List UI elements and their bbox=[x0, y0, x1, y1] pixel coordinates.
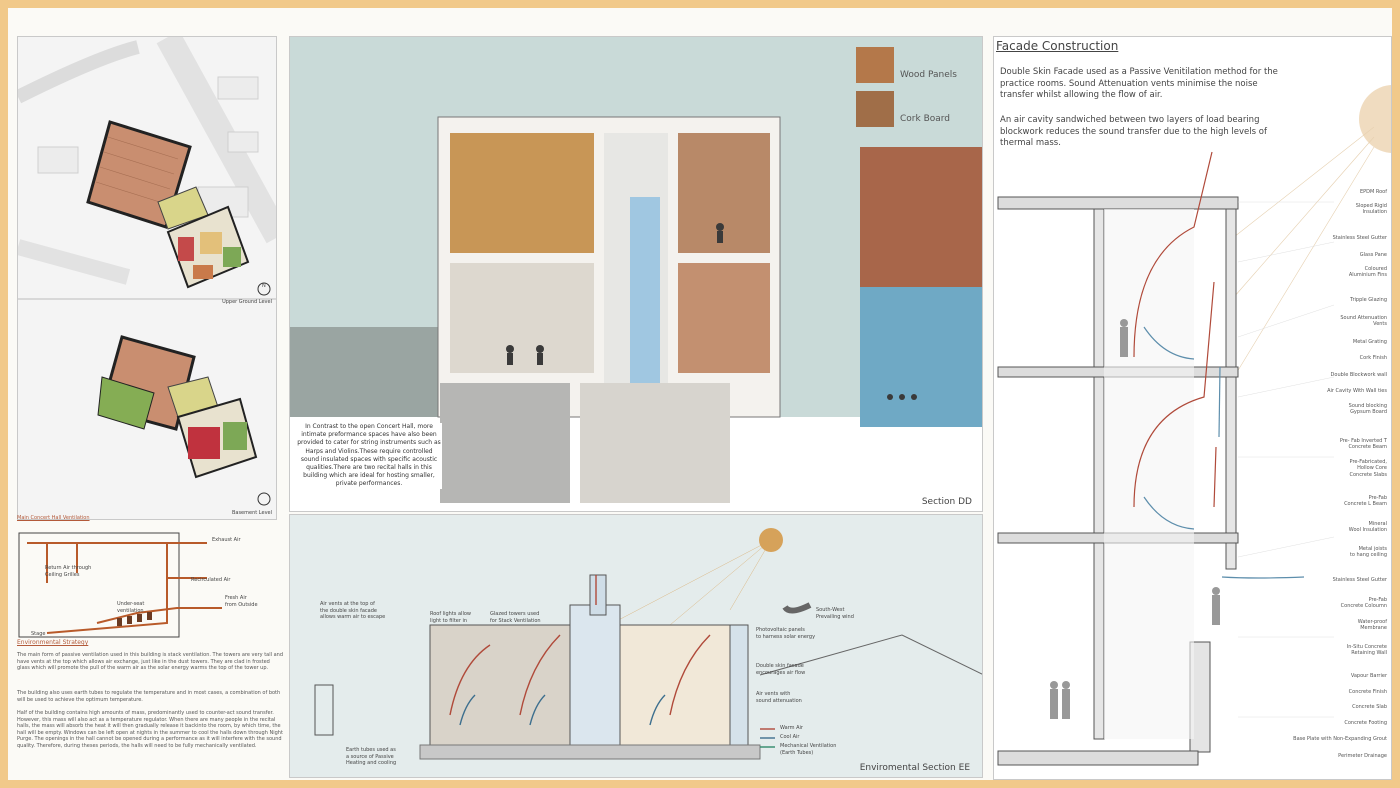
facade-panel: Facade Construction Double Skin Facade u… bbox=[993, 36, 1392, 780]
ee-air-vents-sound: Air vents with sound attenuation bbox=[756, 691, 802, 704]
facade-label: Concrete Footing bbox=[1344, 720, 1387, 726]
strategy-para-2: The building also uses earth tubes to re… bbox=[17, 690, 281, 703]
upper-ground-label: Upper Ground Level bbox=[222, 299, 272, 305]
facade-label: Metal joists to hang ceiling bbox=[1349, 546, 1387, 559]
ee-glazed-towers: Glazed towers used for Stack Ventilation bbox=[490, 611, 541, 624]
presentation-sheet: Upper Ground Level Basement Level N Main… bbox=[8, 8, 1392, 780]
facade-label: Pre- Fab Inverted T Concrete Beam bbox=[1339, 438, 1387, 451]
section-ee-panel: Air vents at the top of the double skin … bbox=[289, 514, 983, 778]
facade-label: Sound Attenuation Vents bbox=[1340, 315, 1387, 328]
return-label: Return Air through Ceiling Grilles bbox=[45, 565, 92, 578]
legend-cool: Cool Air bbox=[780, 734, 800, 740]
exhaust-label: Exhaust Air bbox=[212, 537, 241, 543]
fresh-label: Fresh Air from Outside bbox=[225, 595, 258, 608]
strategy-title: Environmental Strategy bbox=[17, 639, 89, 646]
facade-label: Double Blockwork wall bbox=[1330, 372, 1387, 378]
facade-label: Glass Pane bbox=[1359, 252, 1387, 258]
strategy-para-3: Half of the building contains high amoun… bbox=[17, 710, 283, 749]
facade-label: Base Plate with Non-Expanding Grout bbox=[1293, 736, 1387, 742]
facade-label: Vapour Barrier bbox=[1350, 673, 1387, 679]
facade-label: Pre-Fab Concrete L Beam bbox=[1344, 495, 1387, 508]
recirculated-label: Recirculated Air bbox=[191, 577, 231, 583]
material-cork-label: Cork Board bbox=[900, 114, 951, 124]
facade-label: Concrete Finish bbox=[1348, 689, 1387, 695]
facade-label: EPDM Roof bbox=[1359, 189, 1387, 195]
site-plans-drawing bbox=[18, 37, 276, 506]
north-label: N bbox=[262, 283, 266, 289]
ee-photovoltaic: Photovoltaic panels to harness solar ene… bbox=[756, 627, 816, 640]
underseat-label: Under-seat ventilation bbox=[117, 601, 145, 614]
facade-label: Perimeter Drainage bbox=[1338, 753, 1387, 759]
ventilation-title: Main Concert Hall Ventilation bbox=[17, 515, 90, 521]
facade-label: Sound blocking Gypsum Board bbox=[1348, 403, 1387, 416]
section-ee-drawing bbox=[314, 528, 982, 760]
facade-label: Sloped Rigid Insulation bbox=[1355, 203, 1387, 216]
swatch-cork bbox=[856, 91, 894, 127]
facade-label: Air Cavity With Wall ties bbox=[1327, 388, 1387, 394]
ee-air-vents-top: Air vents at the top of the double skin … bbox=[320, 601, 386, 620]
facade-label: Cork Finish bbox=[1359, 355, 1387, 361]
material-wood-label: Wood Panels bbox=[900, 70, 957, 80]
facade-label: Concrete Slab bbox=[1352, 704, 1387, 710]
facade-label: Pre-Fab Concrete Coloumn bbox=[1340, 597, 1387, 610]
section-dd-description: In Contrast to the open Concert Hall, mo… bbox=[296, 423, 442, 489]
facade-label: Water-proof Membrane bbox=[1357, 619, 1387, 632]
ee-double-skin: Double skin facade encourages air flow bbox=[756, 663, 806, 676]
facade-label: Coloured Aluminium Fins bbox=[1348, 266, 1387, 279]
stage-label: Stage bbox=[31, 631, 46, 637]
facade-label: Pre-Fabricated, Hollow Core Concrete Sla… bbox=[1349, 459, 1387, 478]
facade-label: In-Situ Concrete Retaining Wall bbox=[1346, 644, 1387, 657]
facade-label: Stainless Steel Gutter bbox=[1332, 577, 1387, 583]
section-ee-title: Enviromental Section EE bbox=[859, 763, 970, 773]
ventilation-diagram: Main Concert Hall Ventilation Exhaust Ai… bbox=[17, 515, 277, 639]
facade-label: Mineral Wool Insulation bbox=[1348, 521, 1387, 534]
legend-warm: Warm Air bbox=[780, 725, 803, 731]
facade-label: Stainless Steel Gutter bbox=[1332, 235, 1387, 241]
section-dd-panel: Wood Panels Cork Board In Contrast to th… bbox=[289, 36, 983, 512]
ee-roof-lights: Roof lights allow light to filter in bbox=[430, 611, 471, 624]
strategy-para-1: The main form of passive ventilation use… bbox=[17, 652, 283, 672]
facade-label: Metal Grating bbox=[1352, 339, 1387, 345]
basement-plan bbox=[97, 335, 258, 479]
ee-wind: South-West Prevailing wind bbox=[816, 607, 854, 620]
facade-detail-drawing bbox=[997, 85, 1391, 766]
ee-earth-tubes: Earth tubes used as a source of Passive … bbox=[346, 747, 397, 766]
environmental-strategy: Environmental Strategy The main form of … bbox=[17, 639, 283, 776]
site-plans-panel: Upper Ground Level Basement Level N bbox=[17, 36, 277, 520]
facade-label: Tripple Glazing bbox=[1350, 297, 1387, 303]
section-dd-title: Section DD bbox=[921, 497, 972, 507]
swatch-wood bbox=[856, 47, 894, 83]
legend-mech: Mechanical Ventilation (Earth Tubes) bbox=[780, 743, 837, 756]
